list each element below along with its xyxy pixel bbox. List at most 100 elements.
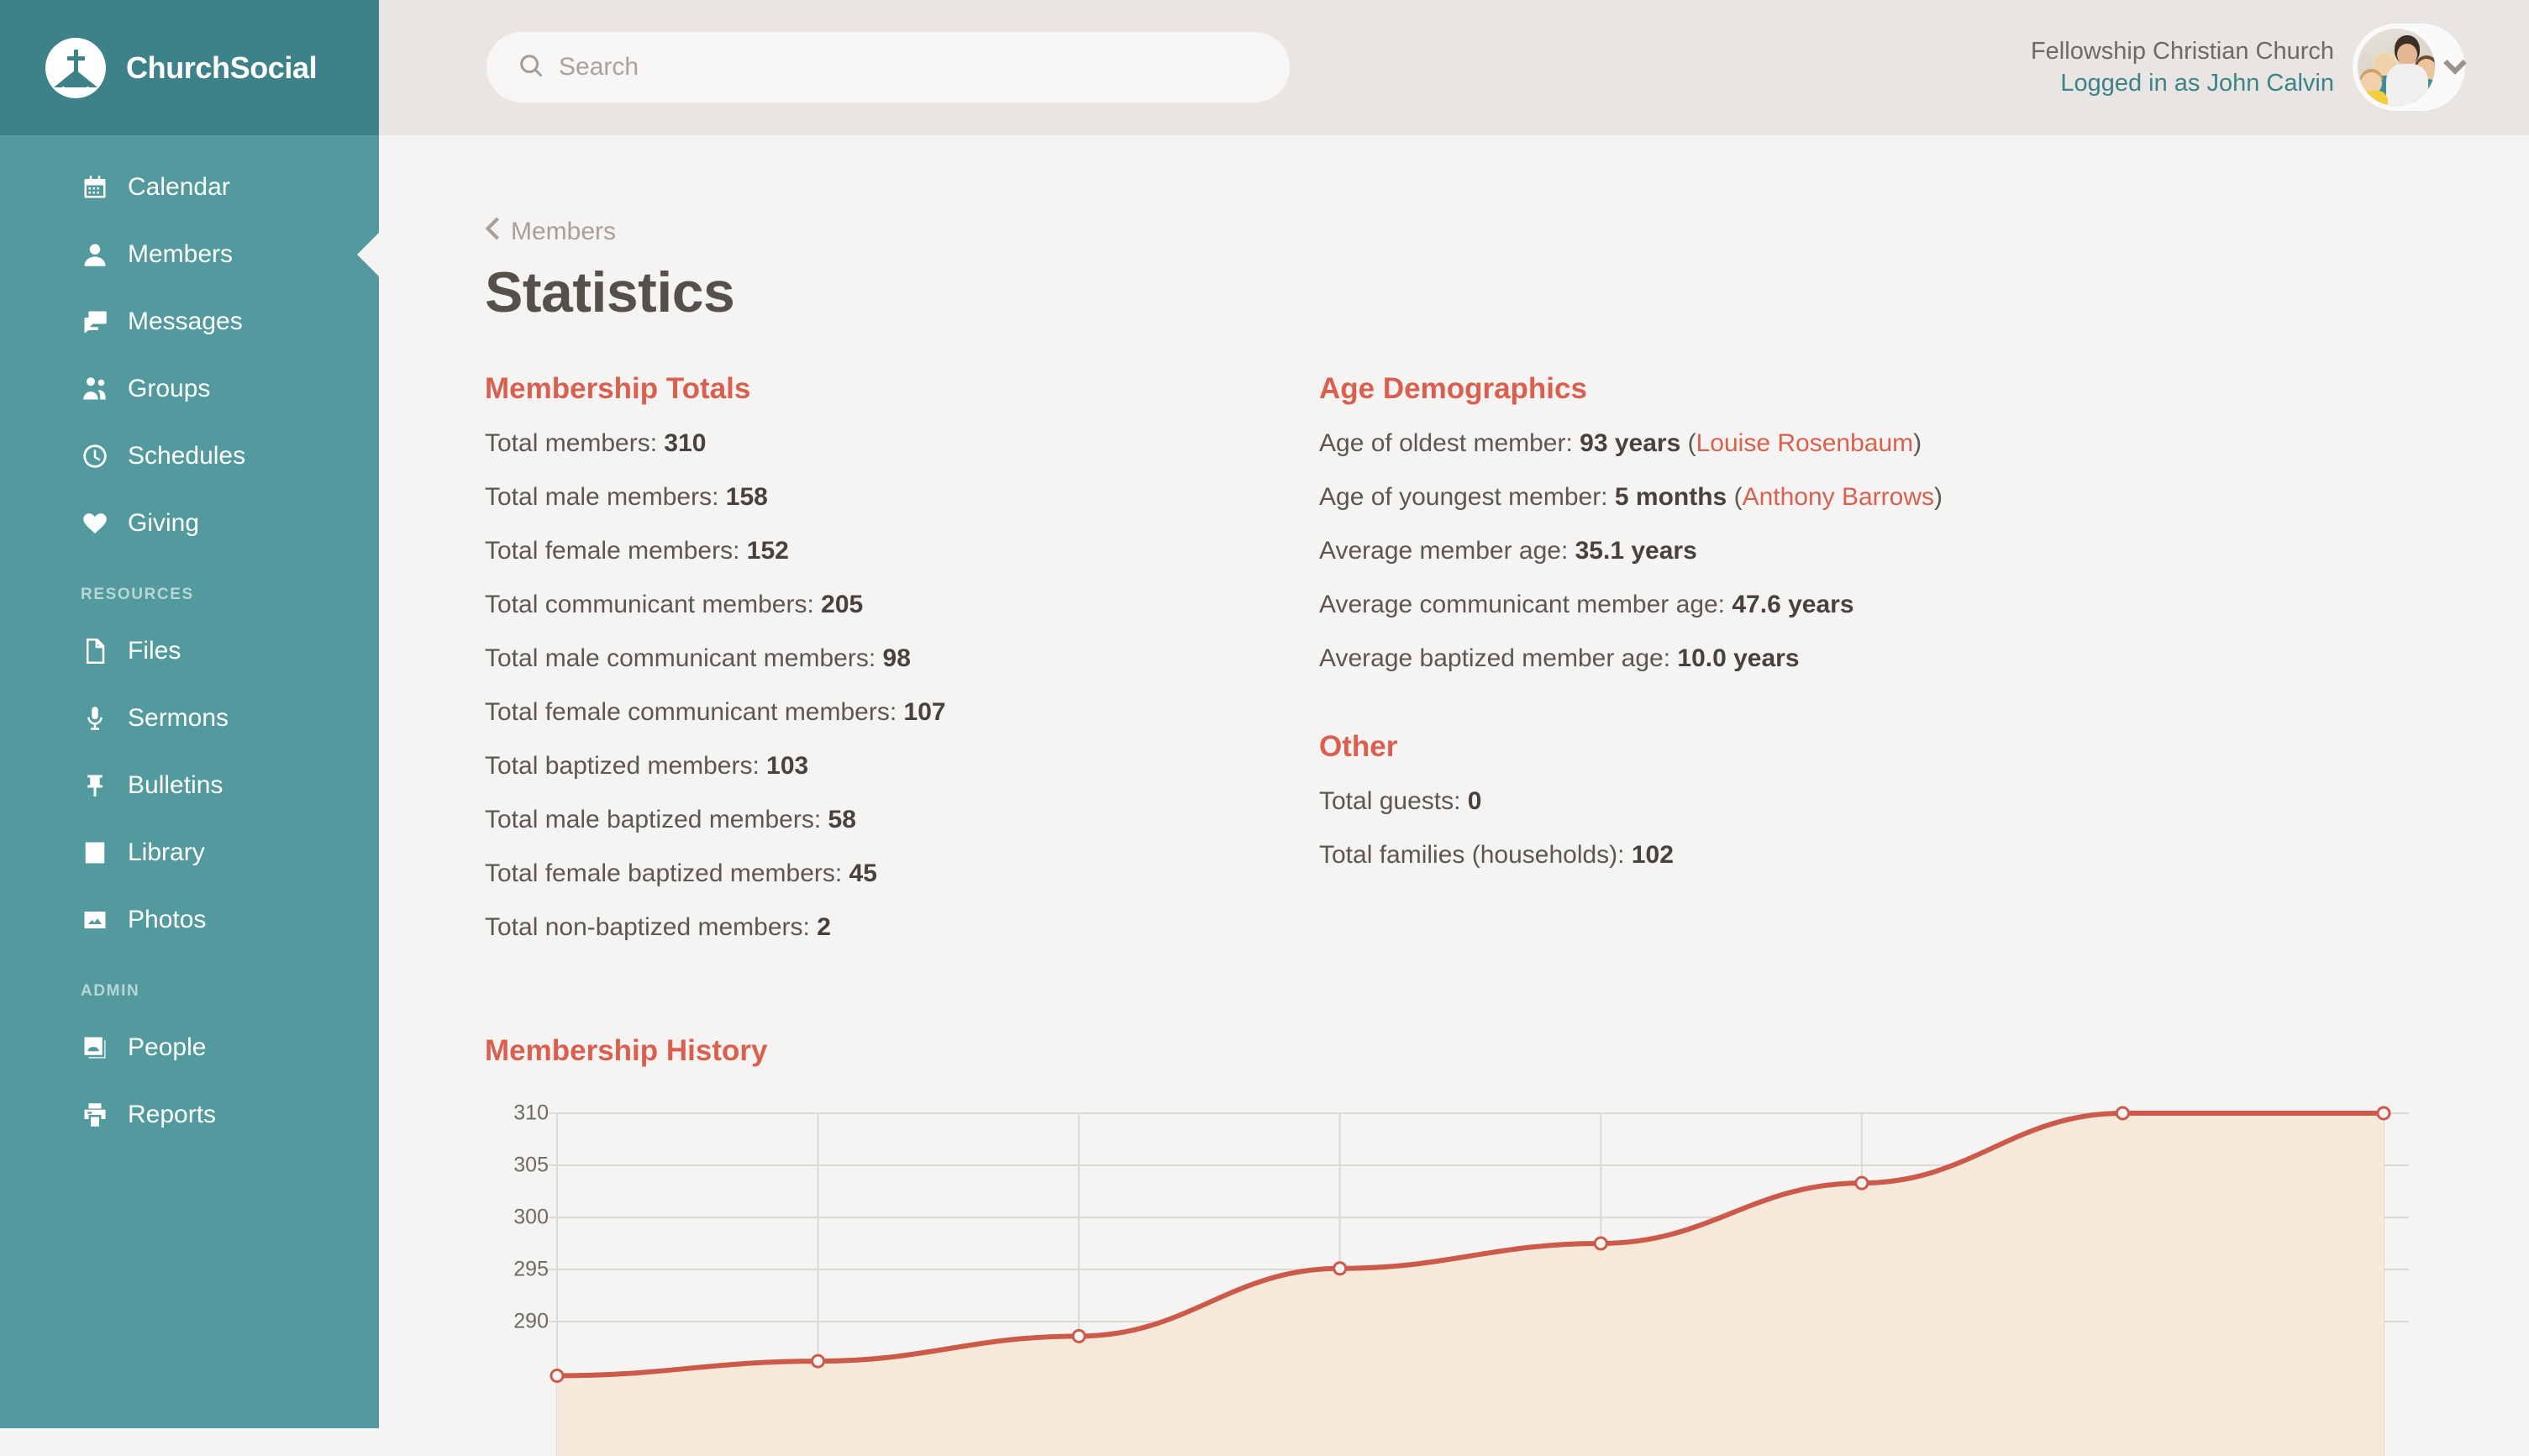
- sidebar-item-calendar[interactable]: Calendar: [0, 154, 379, 221]
- stat-value: 98: [882, 644, 911, 672]
- stat-row: Total male members: 158: [485, 485, 1319, 510]
- page-title: Statistics: [485, 260, 735, 324]
- sidebar-item-reports[interactable]: Reports: [0, 1081, 379, 1149]
- stat-label: Total baptized members:: [485, 752, 760, 780]
- section-heading: Membership Totals: [485, 372, 751, 405]
- search-icon: [518, 53, 544, 82]
- stat-label: Total members:: [485, 429, 658, 457]
- stat-row: Total guests: 0: [1319, 789, 2243, 814]
- search-input[interactable]: [559, 53, 1248, 81]
- sidebar-item-library[interactable]: Library: [0, 819, 379, 886]
- membership-totals-section: Membership Totals Total members: 310 Tot…: [485, 372, 1319, 969]
- stat-row: Average member age: 35.1 years: [1319, 539, 2243, 564]
- stat-label: Total male members:: [485, 483, 719, 511]
- image-icon: [81, 906, 109, 934]
- sidebar-item-bulletins[interactable]: Bulletins: [0, 752, 379, 819]
- sidebar-item-label: Reports: [128, 1101, 217, 1128]
- contact-card-icon: [81, 1033, 109, 1062]
- stat-label: Age of oldest member:: [1319, 429, 1573, 457]
- sidebar-section-resources-label: RESOURCES: [81, 586, 194, 603]
- stat-value: 47.6 years: [1732, 591, 1854, 618]
- chart-plot-area: 310 305 300 295 290: [485, 1101, 2409, 1456]
- logged-in-as[interactable]: Logged in as John Calvin: [2031, 67, 2334, 99]
- membership-history-chart: Membership History 310 305 300 295 290: [485, 1034, 2529, 1456]
- stat-label: Total female members:: [485, 537, 740, 565]
- stat-row: Total female baptized members: 45: [485, 861, 1319, 886]
- sidebar-item-label: Members: [128, 240, 234, 268]
- chart-y-axis: 310 305 300 295 290: [485, 1101, 549, 1456]
- stat-row: Total female communicant members: 107: [485, 700, 1319, 725]
- chart-y-tick-label: 295: [513, 1257, 549, 1281]
- sidebar-item-schedules[interactable]: Schedules: [0, 423, 379, 490]
- stat-row: Age of oldest member: 93 years (Louise R…: [1319, 429, 1922, 457]
- church-name: Fellowship Christian Church: [2030, 37, 2334, 65]
- stat-row: Total male baptized members: 58: [485, 807, 1319, 833]
- stat-value: 152: [746, 537, 789, 565]
- stat-row: Total baptized members: 103: [485, 754, 1319, 779]
- sidebar-item-messages[interactable]: Messages: [0, 288, 379, 355]
- sidebar-item-label: Giving: [128, 509, 200, 537]
- sidebar-item-label: Files: [128, 637, 181, 665]
- stat-value: 45: [849, 859, 877, 887]
- heart-icon: [81, 509, 109, 538]
- stat-label: Age of youngest member:: [1319, 483, 1608, 511]
- section-heading-other: Other: [1319, 730, 1398, 763]
- stat-label: Total guests:: [1319, 787, 1461, 815]
- sidebar-item-people[interactable]: People: [0, 1014, 379, 1081]
- breadcrumb-label[interactable]: Members: [511, 218, 616, 246]
- breadcrumb[interactable]: Members: [485, 216, 2529, 248]
- stat-label: Average communicant member age:: [1319, 591, 1726, 618]
- stat-label: Total non-baptized members:: [485, 913, 810, 941]
- sidebar-item-label: People: [128, 1033, 207, 1061]
- brand-logo[interactable]: ChurchSocial: [0, 0, 379, 135]
- stat-value: 2: [817, 913, 831, 941]
- sidebar-item-members[interactable]: Members: [0, 221, 379, 288]
- stat-label: Total male baptized members:: [485, 806, 822, 833]
- member-link[interactable]: Anthony Barrows: [1743, 483, 1934, 511]
- file-document-icon: [81, 637, 109, 665]
- chevron-down-icon[interactable]: [2438, 49, 2472, 87]
- clock-icon: [81, 442, 109, 470]
- stat-value: 58: [828, 806, 856, 833]
- stat-row: Total members: 310: [485, 431, 1319, 456]
- stat-row: Age of youngest member: 5 months (Anthon…: [1319, 483, 1943, 511]
- stat-value: 0: [1467, 787, 1482, 815]
- sidebar-item-label: Bulletins: [128, 771, 223, 799]
- family-photo-avatar: [2358, 29, 2435, 106]
- stat-label: Average baptized member age:: [1319, 644, 1671, 672]
- stat-value: 205: [821, 591, 864, 618]
- account-menu[interactable]: Fellowship Christian Church Logged in as…: [2031, 24, 2467, 111]
- sidebar-item-files[interactable]: Files: [0, 618, 379, 685]
- sidebar-item-label: Calendar: [128, 173, 230, 201]
- sidebar-resources-nav: Files Sermons Bulletins Library Photos: [0, 618, 379, 954]
- stat-value: 10.0 years: [1677, 644, 1800, 672]
- sidebar-item-label: Groups: [128, 375, 211, 402]
- microphone-icon: [81, 704, 109, 733]
- stat-label: Total female baptized members:: [485, 859, 843, 887]
- stat-label: Total male communicant members:: [485, 644, 876, 672]
- book-icon: [81, 838, 109, 867]
- stat-value: 35.1 years: [1575, 537, 1697, 565]
- member-link[interactable]: Louise Rosenbaum: [1696, 429, 1914, 457]
- stat-row: Average communicant member age: 47.6 yea…: [1319, 592, 2243, 618]
- stat-value: 102: [1631, 841, 1674, 869]
- sidebar-item-photos[interactable]: Photos: [0, 886, 379, 954]
- stat-label: Total female communicant members:: [485, 698, 897, 726]
- search-box[interactable]: [486, 32, 1290, 102]
- stat-label: Total communicant members:: [485, 591, 814, 618]
- stat-value: 5 months: [1614, 483, 1727, 511]
- sidebar-item-sermons[interactable]: Sermons: [0, 685, 379, 752]
- topbar: Fellowship Christian Church Logged in as…: [379, 0, 2529, 135]
- stat-value: 103: [766, 752, 809, 780]
- stat-value: 93 years: [1580, 429, 1681, 457]
- stat-value: 107: [903, 698, 946, 726]
- stat-row: Total male communicant members: 98: [485, 646, 1319, 671]
- account-text: Fellowship Christian Church Logged in as…: [2031, 35, 2334, 100]
- chart-title: Membership History: [485, 1034, 768, 1067]
- account-pill[interactable]: [2353, 24, 2467, 111]
- sidebar-item-giving[interactable]: Giving: [0, 490, 379, 557]
- brand-name: ChurchSocial: [126, 50, 318, 85]
- sidebar-item-groups[interactable]: Groups: [0, 355, 379, 423]
- sidebar-item-label: Photos: [128, 906, 207, 933]
- stat-label: Total families (households):: [1319, 841, 1625, 869]
